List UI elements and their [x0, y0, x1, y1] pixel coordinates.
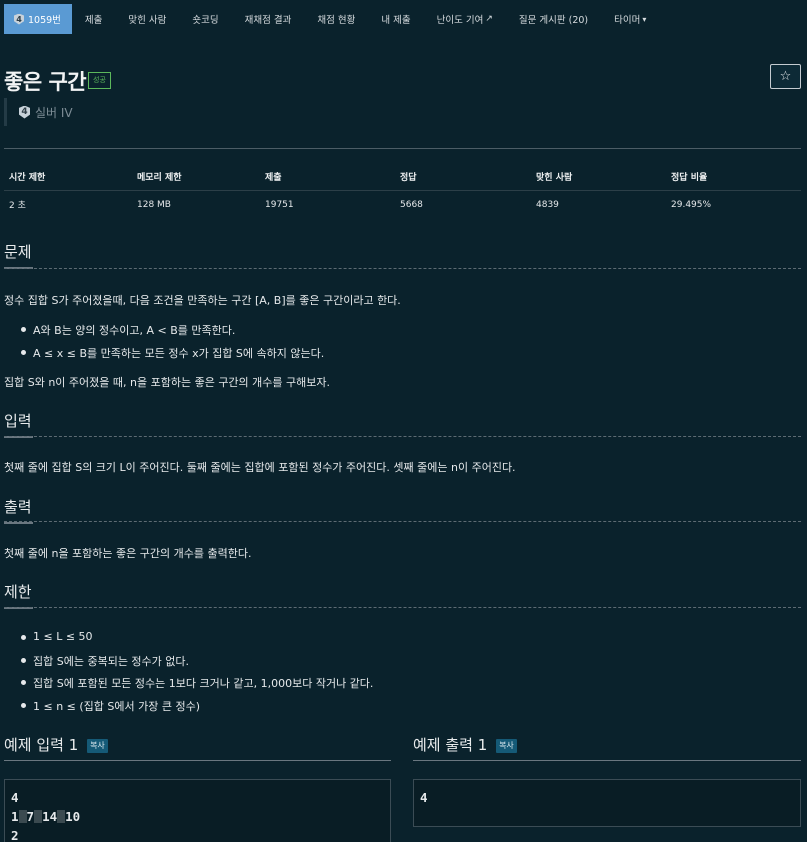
limits-list: 1 ≤ L ≤ 50 집합 S에는 중복되는 정수가 없다. 집합 S에 포함된… — [20, 630, 373, 721]
sample-input-heading: 예제 입력 1 복사 — [4, 734, 108, 755]
sample-input-line: 4 — [11, 790, 19, 805]
sample-divider — [413, 760, 801, 761]
tier-icon: 4 — [19, 105, 30, 119]
list-item: 집합 S에는 중복되는 정수가 없다. — [20, 653, 373, 676]
section-heading-output: 출력 — [4, 496, 33, 524]
description-heading-text: 문제 — [4, 243, 32, 261]
tab-problem[interactable]: 4 1059번 — [4, 4, 72, 34]
list-item: 1 ≤ L ≤ 50 — [20, 630, 373, 653]
limits-heading-text: 제한 — [4, 583, 32, 601]
space-marker — [57, 810, 66, 823]
status-badge: 성공 — [88, 72, 111, 89]
header-accepted: 정답 — [395, 148, 531, 191]
copy-button[interactable]: 복사 — [496, 739, 517, 753]
header-accept-ratio: 정답 비율 — [666, 148, 801, 191]
space-marker — [18, 810, 27, 823]
page-title: 좋은 구간 — [4, 70, 87, 94]
output-description: 첫째 줄에 n을 포함하는 좋은 구간의 개수를 출력한다. — [4, 547, 252, 560]
sample-input-line: 2 — [11, 828, 19, 842]
section-heading-limits: 제한 — [4, 581, 33, 609]
tab-difficulty-contribution[interactable]: 난이도 기여 ↗ — [424, 4, 506, 34]
tab-submit[interactable]: 제출 — [72, 4, 115, 34]
description-conditions: A와 B는 양의 정수이고, A < B를 만족한다. A ≤ x ≤ B를 만… — [20, 322, 324, 368]
tab-timer[interactable]: 타이머 ▾ — [601, 4, 659, 34]
description-outro: 집합 S와 n이 주어졌을 때, n을 포함하는 좋은 구간의 개수를 구해보자… — [4, 376, 331, 389]
tab-rejudge-results[interactable]: 재채점 결과 — [232, 4, 305, 34]
tab-timer-label: 타이머 — [614, 15, 641, 26]
tab-status[interactable]: 채점 현황 — [304, 4, 368, 34]
space-marker — [34, 810, 43, 823]
output-heading-text: 출력 — [4, 498, 32, 516]
section-heading-description: 문제 — [4, 241, 33, 269]
list-item: 집합 S에 포함된 모든 정수는 1보다 크거나 같고, 1,000보다 작거나… — [20, 675, 373, 698]
external-link-icon: ↗ — [485, 14, 493, 24]
input-heading-text: 입력 — [4, 412, 32, 430]
tab-accepted-users[interactable]: 맞힌 사람 — [115, 4, 179, 34]
section-divider — [4, 436, 801, 437]
sample-input-value: 14 — [42, 809, 58, 824]
value-memory-limit: 128 MB — [137, 199, 171, 210]
sample-output-line: 4 — [420, 790, 428, 805]
sample-input-value: 10 — [65, 809, 81, 824]
sample-output-title: 예제 출력 1 — [413, 736, 488, 754]
sample-output-box[interactable]: 4 — [413, 779, 801, 827]
input-description: 첫째 줄에 집합 S의 크기 L이 주어진다. 둘째 줄에는 집합에 포함된 정… — [4, 461, 516, 474]
sample-divider — [4, 760, 391, 761]
copy-button[interactable]: 복사 — [87, 739, 108, 753]
tab-short-coding[interactable]: 숏코딩 — [179, 4, 231, 34]
info-header-row: 시간 제한 메모리 제한 제출 정답 맞힌 사람 정답 비율 — [4, 148, 801, 191]
tab-question-board[interactable]: 질문 게시판 (20) — [506, 4, 601, 34]
tab-problem-label: 1059번 — [28, 15, 61, 26]
tier-badge-icon: 4 — [14, 13, 24, 25]
problem-menu: 4 1059번 제출 맞힌 사람 숏코딩 재채점 결과 채점 현황 내 제출 난… — [4, 4, 807, 34]
section-heading-input: 입력 — [4, 410, 33, 438]
sample-input-title: 예제 입력 1 — [4, 736, 79, 754]
section-divider — [4, 268, 801, 269]
list-item: 1 ≤ n ≤ (집합 S에서 가장 큰 정수) — [20, 698, 373, 721]
header-time-limit: 시간 제한 — [4, 148, 132, 191]
description-intro: 정수 집합 S가 주어졌을때, 다음 조건을 만족하는 구간 [A, B]를 좋… — [4, 294, 401, 307]
header-memory-limit: 메모리 제한 — [132, 148, 260, 191]
value-accept-ratio: 29.495% — [671, 199, 712, 210]
value-submissions: 19751 — [265, 199, 294, 210]
section-divider — [4, 607, 801, 608]
sample-output-heading: 예제 출력 1 복사 — [413, 734, 517, 755]
section-divider — [4, 521, 801, 522]
value-solved-users: 4839 — [536, 199, 559, 210]
list-item: A와 B는 양의 정수이고, A < B를 만족한다. — [20, 322, 324, 345]
value-time-limit: 2 초 — [9, 201, 26, 212]
tier-name: 실버 IV — [35, 105, 73, 120]
sample-input-box[interactable]: 4 1 7 14 10 2 — [4, 779, 391, 842]
star-button[interactable]: ☆ — [770, 64, 801, 89]
value-accepted: 5668 — [400, 199, 423, 210]
sample-input-value: 7 — [26, 809, 35, 824]
heading-underline — [4, 522, 33, 524]
header-submissions: 제출 — [260, 148, 395, 191]
caret-down-icon: ▾ — [642, 14, 647, 24]
problem-info-table: 시간 제한 메모리 제한 제출 정답 맞힌 사람 정답 비율 2 초 128 M… — [4, 148, 801, 219]
sample-input-value: 1 — [11, 809, 19, 824]
tab-difficulty-label: 난이도 기여 — [436, 15, 484, 26]
tier-row: 4 실버 IV — [4, 98, 73, 126]
header-solved-users: 맞힌 사람 — [531, 148, 666, 191]
tab-my-submissions[interactable]: 내 제출 — [368, 4, 423, 34]
list-item: A ≤ x ≤ B를 만족하는 모든 정수 x가 집합 S에 속하지 않는다. — [20, 345, 324, 368]
info-value-row: 2 초 128 MB 19751 5668 4839 29.495% — [4, 191, 801, 219]
